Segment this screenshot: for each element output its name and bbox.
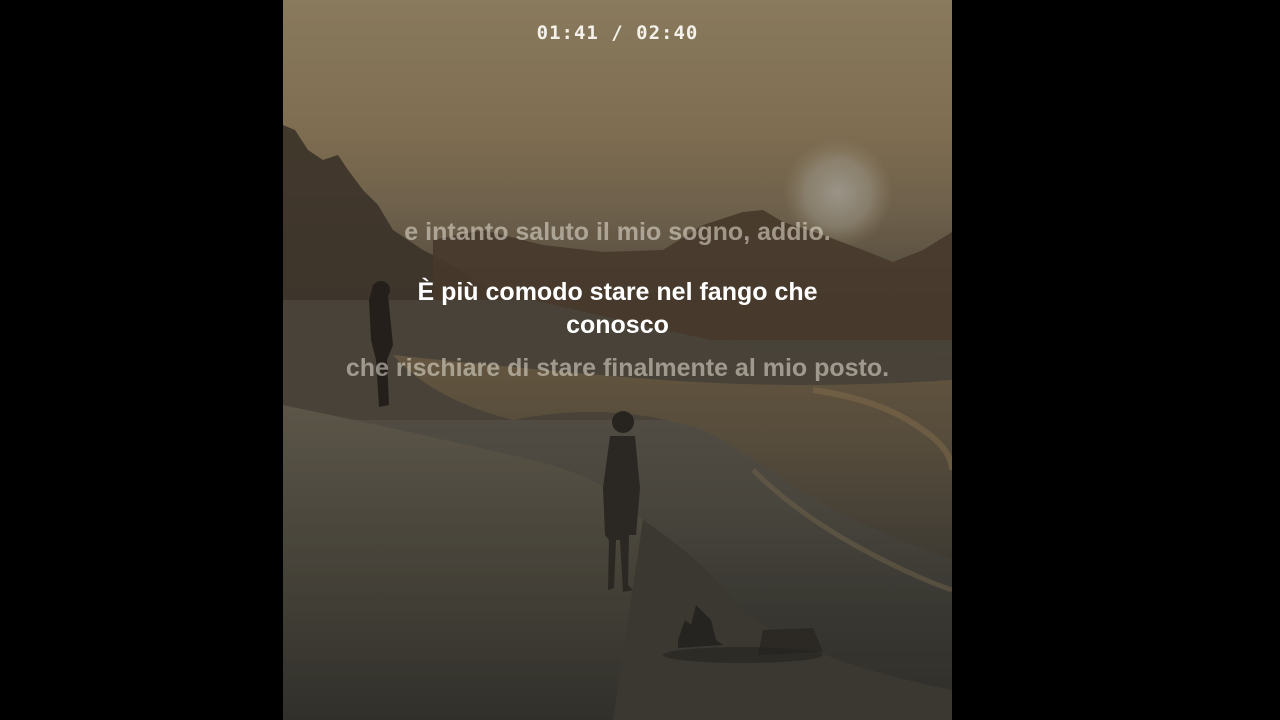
video-frame[interactable]: 01:41 / 02:40 e intanto saluto il mio so… [283, 0, 952, 720]
video-player[interactable]: 01:41 / 02:40 e intanto saluto il mio so… [0, 0, 1280, 720]
lyric-line-previous: e intanto saluto il mio sogno, addio. [404, 218, 831, 246]
lyric-line-current: È più comodo stare nel fango che conosco [417, 278, 818, 339]
lyric-line-next: che rischiare di stare finalmente al mio… [345, 354, 890, 382]
playback-timestamp: 01:41 / 02:40 [536, 22, 699, 44]
